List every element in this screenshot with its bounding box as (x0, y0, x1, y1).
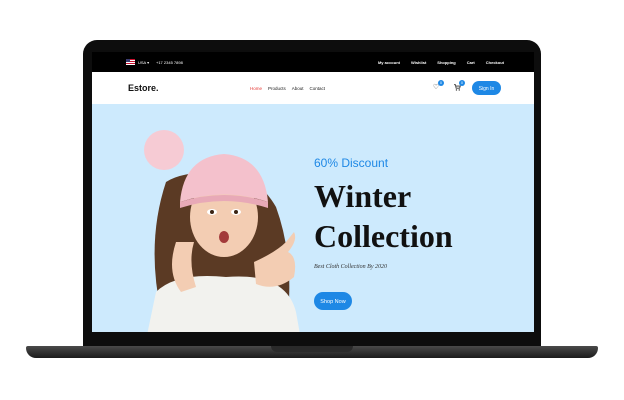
laptop-screen: USA ▾ +17 2345 7898 My account Wishlist … (92, 52, 534, 332)
nav-contact[interactable]: Contact (310, 86, 326, 91)
wishlist-heart-icon[interactable]: ♡ 0 (432, 80, 444, 92)
link-wishlist[interactable]: Wishlist (411, 60, 426, 65)
link-my-account[interactable]: My account (378, 60, 400, 65)
hero-heading: Winter Collection (314, 176, 453, 256)
logo[interactable]: Estore. (128, 83, 159, 93)
link-cart[interactable]: Cart (467, 60, 475, 65)
laptop-notch (271, 346, 353, 352)
usa-flag-icon (126, 59, 135, 65)
cart-count-badge: 0 (459, 80, 465, 86)
hero-heading-line-2: Collection (314, 218, 453, 254)
cart-icon[interactable]: 0 (453, 80, 465, 92)
shop-now-button[interactable]: Shop Now (314, 292, 352, 310)
nav-home[interactable]: Home (250, 86, 262, 91)
nav-about[interactable]: About (292, 86, 304, 91)
hero-heading-line-1: Winter (314, 178, 412, 214)
discount-label: 60% Discount (314, 156, 389, 170)
topbar: USA ▾ +17 2345 7898 My account Wishlist … (92, 52, 534, 72)
hero-subtitle: Best Cloth Collection By 2020 (314, 264, 387, 270)
language-selector[interactable]: USA ▾ (138, 60, 149, 65)
nav-products[interactable]: Products (268, 86, 286, 91)
topbar-links: My account Wishlist Shopping Cart Checko… (378, 60, 504, 65)
hero-banner: 60% Discount Winter Collection Best Clot… (92, 104, 534, 332)
link-shopping[interactable]: Shopping (437, 60, 455, 65)
navbar: Estore. Home Products About Contact ♡ 0 … (92, 72, 534, 104)
wishlist-count-badge: 0 (438, 80, 444, 86)
link-checkout[interactable]: Checkout (486, 60, 504, 65)
main-nav: Home Products About Contact (250, 86, 325, 91)
hero-model-image (144, 130, 300, 332)
phone-number: +17 2345 7898 (156, 60, 183, 65)
sign-in-button[interactable]: Sign In (472, 81, 501, 95)
